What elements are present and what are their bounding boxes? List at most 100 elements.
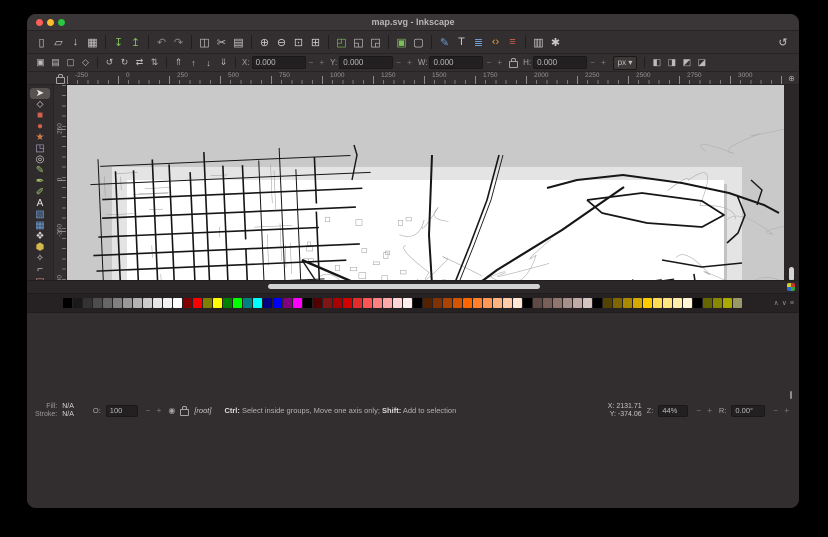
palette-up-icon[interactable]: ∧ xyxy=(774,299,779,307)
palette-swatch[interactable] xyxy=(413,298,422,308)
title-bar[interactable]: map.svg - Inkscape xyxy=(27,14,799,31)
palette-swatch[interactable] xyxy=(623,298,632,308)
palette-swatch[interactable] xyxy=(663,298,672,308)
layer-lock-icon[interactable] xyxy=(180,409,189,416)
palette-swatch[interactable] xyxy=(213,298,222,308)
zoom-1-1-icon[interactable]: ⊡ xyxy=(290,34,307,50)
palette-down-icon[interactable]: ∨ xyxy=(782,299,787,307)
box3d-tool[interactable]: ◳ xyxy=(30,143,50,154)
new-document-icon[interactable]: ▯ xyxy=(33,34,50,50)
h-field-value[interactable]: 0.000 xyxy=(533,56,587,69)
palette-swatch[interactable] xyxy=(63,298,72,308)
palette-swatch[interactable] xyxy=(573,298,582,308)
palette-swatch[interactable] xyxy=(143,298,152,308)
opacity-field[interactable]: 100 xyxy=(106,405,138,417)
affect-corners-icon[interactable]: ◨ xyxy=(664,56,679,69)
raise-icon[interactable]: ↑ xyxy=(186,56,201,69)
cut-icon[interactable]: ✂ xyxy=(213,34,230,50)
copy-icon[interactable]: ◫ xyxy=(196,34,213,50)
palette-swatch[interactable] xyxy=(683,298,692,308)
preferences-icon[interactable]: ✱ xyxy=(547,34,564,50)
connector-tool[interactable]: ⌐ xyxy=(30,264,50,275)
paste-icon[interactable]: ▤ xyxy=(230,34,247,50)
horizontal-ruler[interactable]: -250025050075010001250150017502000225025… xyxy=(67,72,784,84)
flip-horizontal-icon[interactable]: ⇄ xyxy=(132,56,147,69)
text-dialog-icon[interactable]: T xyxy=(453,34,470,50)
zoom-page-icon[interactable]: ⊞ xyxy=(307,34,324,50)
mesh-tool[interactable]: ▦ xyxy=(30,220,50,231)
tweak-tool[interactable]: ✧ xyxy=(30,253,50,264)
palette-swatch[interactable] xyxy=(253,298,262,308)
open-document-icon[interactable]: ▱ xyxy=(50,34,67,50)
rotation-field[interactable]: 0.00° xyxy=(731,405,765,417)
fill-stroke-dialog-icon[interactable]: ✎ xyxy=(436,34,453,50)
palette-swatch[interactable] xyxy=(103,298,112,308)
redo-icon[interactable]: ↷ xyxy=(170,34,187,50)
star-tool[interactable]: ★ xyxy=(30,132,50,143)
rectangle-tool[interactable]: ■ xyxy=(30,110,50,121)
y-field-spinner[interactable]: − + xyxy=(396,58,414,67)
rotate-ccw-icon[interactable]: ↺ xyxy=(102,56,117,69)
zoom-in-icon[interactable]: ⊕ xyxy=(256,34,273,50)
palette-swatch[interactable] xyxy=(193,298,202,308)
selection-touch-icon[interactable]: ◇ xyxy=(78,56,93,69)
rotate-cw-icon[interactable]: ↻ xyxy=(117,56,132,69)
w-field-spinner[interactable]: − + xyxy=(486,58,504,67)
flip-vertical-icon[interactable]: ⇅ xyxy=(147,56,162,69)
palette-swatch[interactable] xyxy=(203,298,212,308)
palette-swatch[interactable] xyxy=(603,298,612,308)
palette-swatch[interactable] xyxy=(563,298,572,308)
palette-swatch[interactable] xyxy=(323,298,332,308)
palette-swatch[interactable] xyxy=(243,298,252,308)
calligraphy-tool[interactable]: ✐ xyxy=(30,187,50,198)
text-tool[interactable]: A xyxy=(30,198,50,209)
palette-swatch[interactable] xyxy=(673,298,682,308)
affect-stroke-icon[interactable]: ◧ xyxy=(649,56,664,69)
w-field[interactable]: W:0.000− + xyxy=(418,56,504,69)
palette-swatch[interactable] xyxy=(693,298,702,308)
palette-swatch[interactable] xyxy=(503,298,512,308)
pen-tool[interactable]: ✒ xyxy=(30,176,50,187)
palette-swatch[interactable] xyxy=(123,298,132,308)
layer-visibility-icon[interactable]: ◉ xyxy=(168,406,175,415)
fill-value[interactable]: N/A xyxy=(62,403,74,411)
document-properties-icon[interactable]: ▥ xyxy=(530,34,547,50)
node-tool[interactable]: ⬦ xyxy=(30,99,50,110)
unit-dropdown[interactable]: px ▾ xyxy=(613,56,638,70)
palette-menu-icon[interactable]: ≡ xyxy=(790,300,794,307)
lock-guides-icon[interactable] xyxy=(56,77,65,84)
minimize-button[interactable] xyxy=(47,19,54,26)
import-bitmap-icon[interactable]: ↧ xyxy=(110,34,127,50)
align-dialog-icon[interactable]: ≡ xyxy=(504,34,521,50)
x-field[interactable]: X:0.000− + xyxy=(242,56,326,69)
palette-swatch[interactable] xyxy=(463,298,472,308)
palette-swatch[interactable] xyxy=(723,298,732,308)
palette-swatch[interactable] xyxy=(553,298,562,308)
palette-swatch[interactable] xyxy=(283,298,292,308)
palette-swatch[interactable] xyxy=(223,298,232,308)
raise-to-top-icon[interactable]: ⇑ xyxy=(171,56,186,69)
color-management-icon[interactable] xyxy=(787,283,795,291)
y-field-value[interactable]: 0.000 xyxy=(339,56,393,69)
xml-editor-icon[interactable]: ‹› xyxy=(487,34,504,50)
lock-ratio-icon[interactable] xyxy=(509,61,518,68)
palette-swatch[interactable] xyxy=(153,298,162,308)
zoom-spinner[interactable]: − + xyxy=(696,406,714,415)
palette-swatch[interactable] xyxy=(733,298,742,308)
undo-icon[interactable]: ↶ xyxy=(153,34,170,50)
lower-icon[interactable]: ↓ xyxy=(201,56,216,69)
palette-swatch[interactable] xyxy=(703,298,712,308)
palette-swatch[interactable] xyxy=(613,298,622,308)
ungroup-objects-icon[interactable]: ▢ xyxy=(410,34,427,50)
palette-swatch[interactable] xyxy=(313,298,322,308)
palette-swatch[interactable] xyxy=(543,298,552,308)
palette-swatch[interactable] xyxy=(403,298,412,308)
gradient-tool[interactable]: ▧ xyxy=(30,209,50,220)
palette-swatch[interactable] xyxy=(493,298,502,308)
create-clone-icon[interactable]: ◱ xyxy=(350,34,367,50)
spiral-tool[interactable]: ◎ xyxy=(30,154,50,165)
palette-swatch[interactable] xyxy=(93,298,102,308)
palette-swatch[interactable] xyxy=(433,298,442,308)
zoom-window-button[interactable] xyxy=(58,19,65,26)
h-field[interactable]: H:0.000− + xyxy=(523,56,608,69)
